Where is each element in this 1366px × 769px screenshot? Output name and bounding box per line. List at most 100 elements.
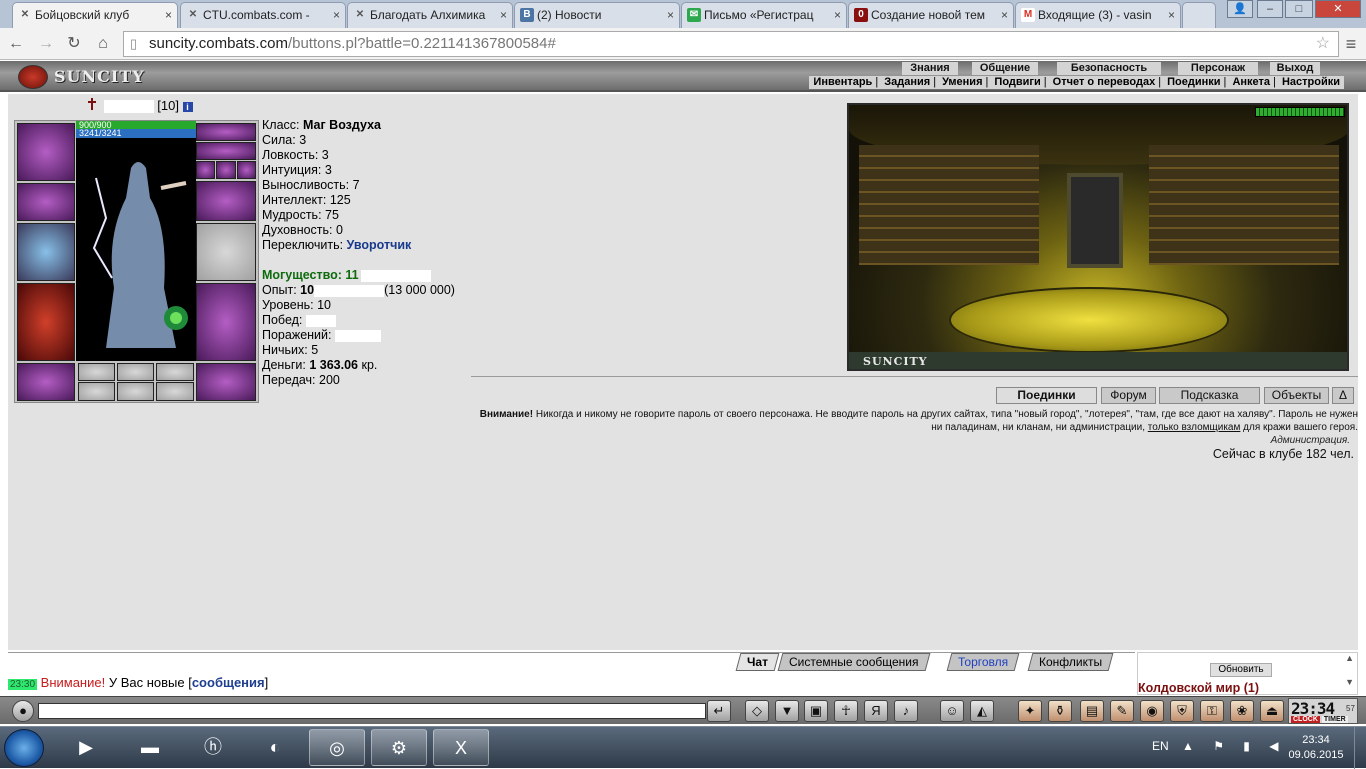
bag-icon[interactable]: ⚱ — [1048, 700, 1072, 722]
shield-icon[interactable]: ⛨ — [1170, 700, 1194, 722]
shield-empty-slot[interactable] — [196, 223, 256, 281]
submenu-quests[interactable]: Задания — [884, 76, 930, 88]
close-icon[interactable]: × — [834, 8, 841, 22]
face-icon[interactable]: ◉ — [1140, 700, 1164, 722]
submenu-skills[interactable]: Умения — [942, 76, 982, 88]
ring-slot-1[interactable] — [196, 161, 215, 179]
maximize-icon[interactable]: □ — [1285, 0, 1313, 18]
user-icon[interactable]: 👤 — [1227, 0, 1253, 18]
chrome-icon[interactable]: ◎ — [309, 729, 365, 766]
tab-system-messages[interactable]: Системные сообщения — [777, 653, 930, 671]
media-player-icon[interactable]: ▶ — [58, 729, 114, 766]
close-icon[interactable]: × — [1001, 8, 1008, 22]
scroll-down-icon[interactable]: ▼ — [1345, 677, 1354, 687]
tab-vk-news[interactable]: B (2) Новости × — [514, 2, 680, 28]
hp-icon[interactable]: ⓗ — [185, 729, 241, 766]
excel-icon[interactable]: X — [433, 729, 489, 766]
ring-slots[interactable] — [196, 123, 256, 141]
hint-button[interactable]: Подсказка — [1159, 387, 1260, 404]
submenu-achievements[interactable]: Подвиги — [994, 76, 1040, 88]
explorer-icon[interactable]: ▬ — [122, 729, 178, 766]
empty-slot[interactable] — [117, 382, 154, 401]
notice-link[interactable]: только взломщикам — [1148, 422, 1241, 433]
empty-slot[interactable] — [78, 363, 115, 381]
reload-icon[interactable]: ↻ — [64, 34, 84, 54]
star-icon[interactable]: ☆ — [1316, 32, 1330, 56]
earring-slot[interactable] — [17, 123, 75, 181]
amulet-slot[interactable] — [17, 183, 75, 221]
magic-icon[interactable]: ✦ — [1018, 700, 1042, 722]
exit-icon[interactable]: ⏏ — [1260, 700, 1284, 722]
game-logo[interactable]: SUNCITY — [14, 65, 144, 89]
close-window-icon[interactable]: ✕ — [1315, 0, 1361, 18]
home-icon[interactable]: ⌂ — [93, 34, 113, 54]
ring-slot-3[interactable] — [237, 161, 256, 179]
chest-icon[interactable]: ▤ — [1080, 700, 1104, 722]
menu-icon[interactable]: ≡ — [1341, 34, 1361, 54]
location-scene[interactable]: SUNCITY — [847, 103, 1349, 371]
empty-slot[interactable] — [78, 382, 115, 401]
menu-exit[interactable]: Выход — [1270, 62, 1320, 75]
submenu-profile[interactable]: Анкета — [1232, 76, 1270, 88]
translit-icon[interactable]: Я — [864, 700, 888, 722]
menu-security[interactable]: Безопасность — [1057, 62, 1161, 75]
close-icon[interactable]: × — [1168, 8, 1175, 22]
language-indicator[interactable]: EN — [1152, 739, 1169, 753]
taskbar-clock[interactable]: 23:34 09.06.2015 — [1288, 733, 1344, 763]
back-icon[interactable]: ← — [6, 34, 26, 54]
tab-mail-registration[interactable]: ✉ Письмо «Регистрац × — [681, 2, 847, 28]
menu-communication[interactable]: Общение — [972, 62, 1038, 75]
armor-robe-slot[interactable] — [17, 283, 75, 361]
delta-button[interactable]: Δ — [1332, 387, 1354, 404]
empty-slot[interactable] — [156, 382, 194, 401]
timer-button[interactable]: TIMER — [1321, 716, 1348, 723]
empty-slot[interactable] — [156, 363, 194, 381]
sound-icon[interactable]: ♪ — [894, 700, 918, 722]
info-icon[interactable]: i — [182, 101, 193, 112]
weapon-staff-slot[interactable] — [17, 223, 75, 281]
chat-messages-link[interactable]: сообщения — [192, 675, 265, 690]
minimize-icon[interactable]: – — [1257, 0, 1283, 18]
chat-input[interactable] — [38, 703, 706, 719]
tab-trade[interactable]: Торговля — [946, 653, 1020, 671]
character-avatar[interactable]: 900/900 3241/3241 — [76, 121, 196, 361]
menu-character[interactable]: Персонаж — [1178, 62, 1258, 75]
refresh-button[interactable]: Обновить — [1210, 663, 1272, 677]
close-icon[interactable]: × — [165, 8, 172, 22]
clock-button[interactable]: CLOCK — [1291, 716, 1320, 723]
new-tab-button[interactable] — [1182, 2, 1216, 28]
submenu-fights[interactable]: Поединки — [1167, 76, 1220, 88]
chat-mode-icon[interactable]: ● — [12, 700, 34, 722]
filter-icon[interactable]: ▼ — [775, 700, 799, 722]
close-icon[interactable]: × — [667, 8, 674, 22]
belt-slot[interactable] — [17, 363, 75, 401]
helmet-icon[interactable]: ◭ — [970, 700, 994, 722]
smiley-icon[interactable]: ☺ — [940, 700, 964, 722]
pants-slot[interactable] — [196, 283, 256, 361]
address-bar[interactable]: ▯ suncity.combats.com/buttons.pl?battle=… — [123, 31, 1339, 57]
scroll-up-icon[interactable]: ▲ — [1345, 653, 1354, 663]
walker-icon[interactable]: ☥ — [834, 700, 858, 722]
submenu-settings[interactable]: Настройки — [1282, 76, 1340, 88]
switch-build-link[interactable]: Уворотчик — [347, 238, 412, 252]
eraser-icon[interactable]: ◇ — [745, 700, 769, 722]
objects-button[interactable]: Объекты — [1264, 387, 1329, 404]
tray-icons[interactable]: ▲ ⚑ ▮ ◀ — [1182, 739, 1286, 753]
scene-door[interactable] — [1067, 173, 1123, 268]
tab-combats[interactable]: ✕ Бойцовский клуб × — [12, 2, 178, 28]
tab-conflicts[interactable]: Конфликты — [1027, 653, 1114, 671]
gloves-slot[interactable] — [196, 181, 256, 221]
empty-slot[interactable] — [117, 363, 154, 381]
forum-button[interactable]: Форум — [1101, 387, 1156, 404]
tab-chat[interactable]: Чат — [735, 653, 780, 671]
close-icon[interactable]: × — [333, 8, 340, 22]
send-icon[interactable]: ↵ — [707, 700, 731, 722]
pet-icon[interactable]: ❀ — [1230, 700, 1254, 722]
boots-slot[interactable] — [196, 363, 256, 401]
helmet-slot[interactable] — [196, 142, 256, 160]
tab-gmail-inbox[interactable]: M Входящие (3) - vasin × — [1015, 2, 1181, 28]
fights-button[interactable]: Поединки — [996, 387, 1097, 404]
tab-new-topic[interactable]: 0 Создание новой тем × — [848, 2, 1014, 28]
forward-icon[interactable]: → — [36, 34, 56, 54]
close-icon[interactable]: × — [500, 8, 507, 22]
